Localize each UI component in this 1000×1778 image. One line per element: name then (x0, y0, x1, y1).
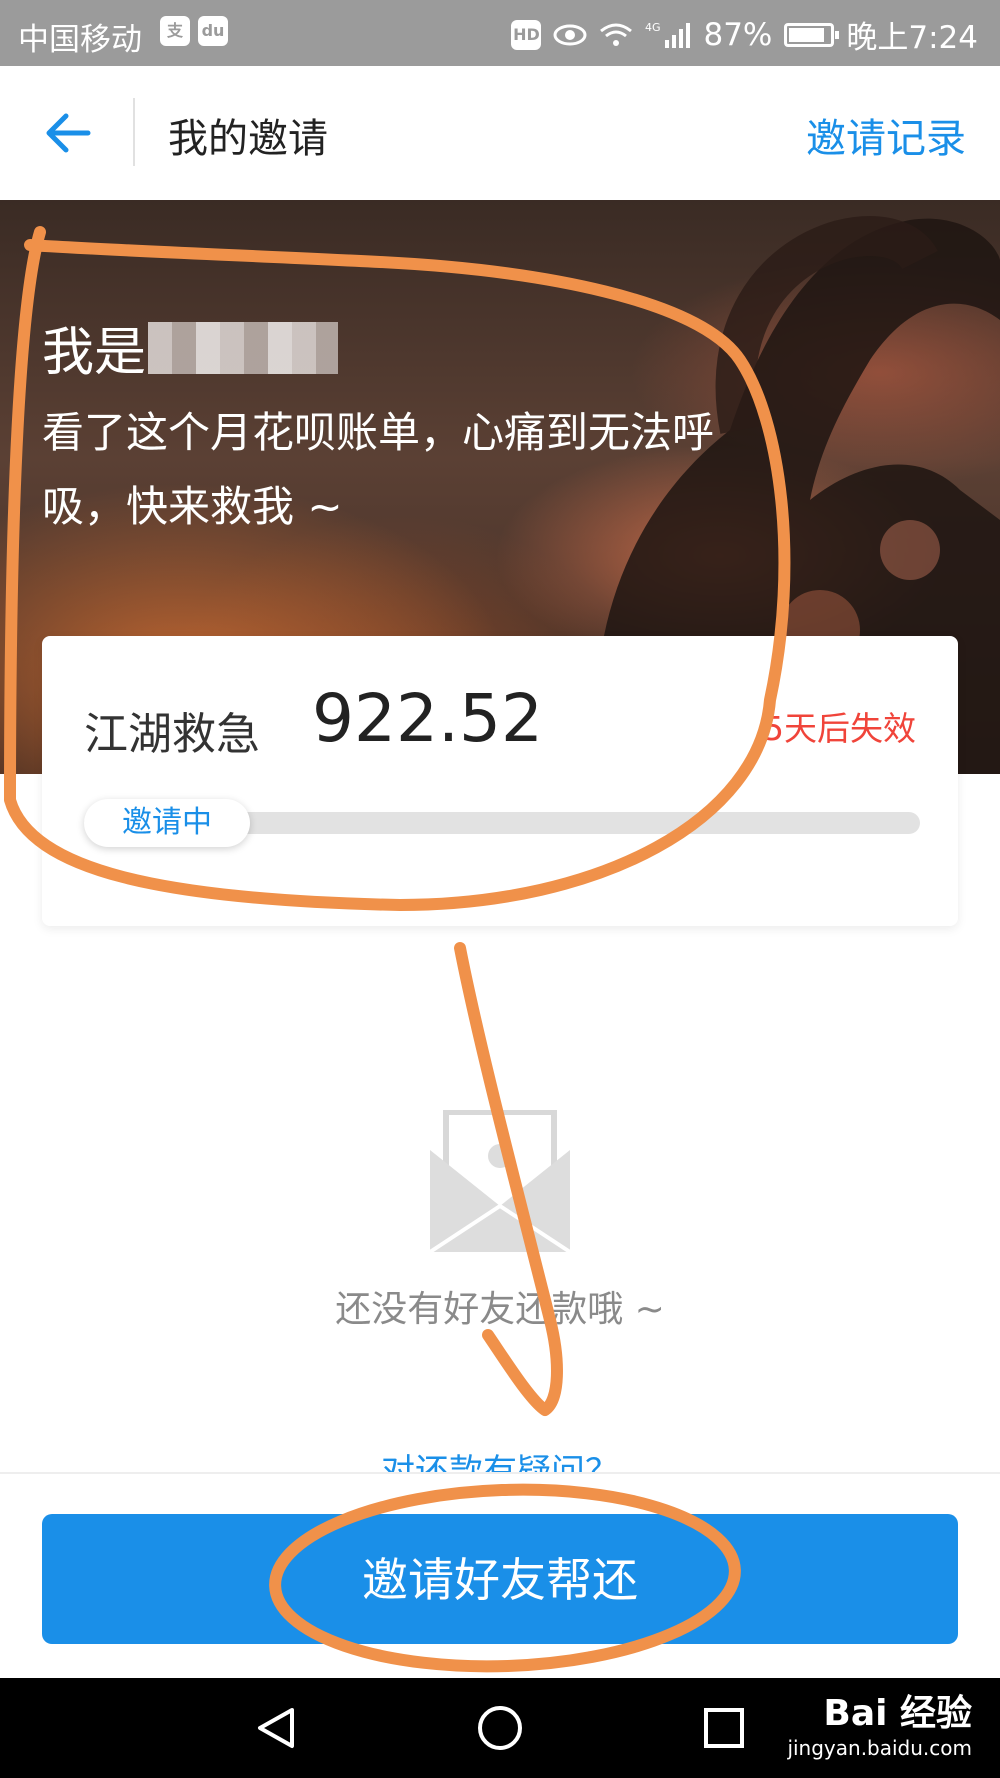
system-nav-bar: Bai 经验 jingyan.baidu.com (0, 1678, 1000, 1778)
status-pill: 邀请中 (84, 799, 250, 847)
status-right: HD 4G 87% 晚上7:24 (511, 12, 978, 57)
status-bar: 中国移动 支 du HD 4G 87% 晚上7:24 (0, 0, 1000, 66)
nav-bar: 我的邀请 邀请记录 (0, 66, 1000, 200)
blurred-name (148, 321, 339, 374)
hd-icon: HD (511, 19, 542, 50)
back-button[interactable] (36, 96, 110, 170)
home-circle-icon[interactable] (476, 1704, 524, 1752)
carrier-label: 中国移动 (18, 22, 142, 58)
empty-state-text: 还没有好友还款哦 ~ (335, 1289, 665, 1330)
page-title: 我的邀请 (168, 116, 328, 162)
notification-icons: 支 du (160, 16, 228, 46)
watermark-main: Bai 经验 (823, 1693, 972, 1734)
recents-square-icon[interactable] (700, 1704, 748, 1752)
svg-text:4G: 4G (645, 21, 661, 34)
back-triangle-icon[interactable] (252, 1704, 300, 1752)
envelope-icon (428, 1110, 572, 1254)
4g-signal-icon: 4G (645, 21, 691, 48)
debt-card: 江湖救急 922.52 5天后失效 邀请中 (42, 636, 958, 926)
help-link[interactable]: 对还款有疑问？ (0, 1448, 1000, 1472)
card-amount: 922.52 (312, 680, 543, 757)
arrow-left-icon (46, 113, 91, 153)
invite-records-link[interactable]: 邀请记录 (806, 106, 966, 164)
eye-icon (553, 24, 587, 45)
baidu-maps-icon: du (198, 16, 228, 46)
banner-name-prefix: 我是 (42, 323, 147, 383)
baidu-watermark: Bai 经验 jingyan.baidu.com (787, 1684, 972, 1760)
wifi-icon (600, 23, 633, 46)
card-label: 江湖救急 (84, 709, 260, 760)
nav-divider (133, 98, 135, 166)
invite-friends-button[interactable]: 邀请好友帮还 (42, 1514, 958, 1644)
battery-icon (784, 22, 840, 47)
expire-notice: 5天后失效 (763, 709, 916, 748)
help-link-container: 对还款有疑问？ (0, 1448, 1000, 1472)
banner-message: 看了这个月花呗账单，心痛到无法呼吸，快来救我 ~ (42, 408, 715, 531)
clock: 晚上7:24 (846, 20, 978, 56)
alipay-icon: 支 (160, 16, 190, 46)
banner-name: 我是 (42, 310, 339, 385)
watermark-sub: jingyan.baidu.com (787, 1736, 972, 1760)
battery-percent: 87% (703, 16, 773, 53)
